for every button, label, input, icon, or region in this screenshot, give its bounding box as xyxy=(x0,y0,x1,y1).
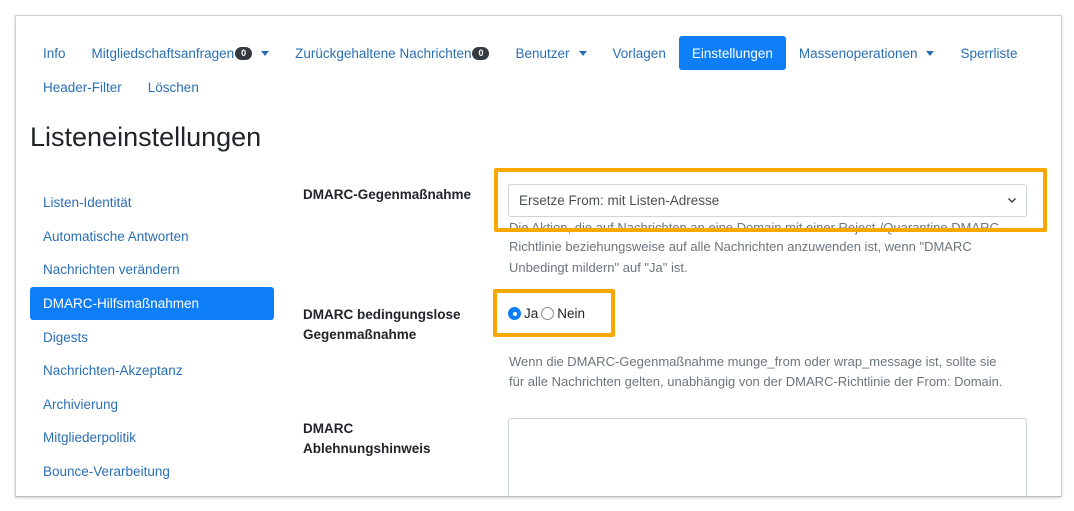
nav-users[interactable]: Benutzer xyxy=(502,36,599,70)
sidebar-item-list-identity[interactable]: Listen-Identität xyxy=(30,186,274,220)
nav-header-filter-label: Header-Filter xyxy=(43,79,122,95)
sidebar-item-archiving[interactable]: Archivierung xyxy=(30,388,274,422)
nav-banlist[interactable]: Sperrliste xyxy=(947,36,1030,70)
dmarc-unconditional-help-line2: für alle Nachrichten gelten, unabhängig … xyxy=(509,374,1003,389)
nav-templates-label: Vorlagen xyxy=(612,45,666,61)
chevron-down-icon xyxy=(926,50,935,56)
dmarc-notice-label-line1: DMARC xyxy=(303,421,354,436)
nav-membership-requests-label: Mitgliedschaftsanfragen xyxy=(91,45,235,61)
held-messages-count-badge: 0 xyxy=(472,46,490,60)
dmarc-action-label: DMARC-Gegenmaßnahme xyxy=(303,187,472,202)
sidebar-item-dmarc-mitigations[interactable]: DMARC-Hilfsmaßnahmen xyxy=(30,286,274,321)
nav-delete[interactable]: Löschen xyxy=(135,70,212,104)
dmarc-notice-textarea[interactable] xyxy=(508,418,1027,496)
settings-sidebar: Listen-Identität Automatische Antworten … xyxy=(30,186,274,488)
nav-info-label: Info xyxy=(43,45,66,61)
dmarc-unconditional-highlight xyxy=(493,289,615,337)
dmarc-unconditional-help-line1: Wenn die DMARC-Gegenmaßnahme munge_from … xyxy=(509,354,997,369)
nav-row-1: Info Mitgliedschaftsanfragen 0 Zurückgeha… xyxy=(30,36,1050,70)
nav-settings-label: Einstellungen xyxy=(691,45,773,61)
nav-templates[interactable]: Vorlagen xyxy=(600,36,679,70)
sidebar-item-member-policy[interactable]: Mitgliederpolitik xyxy=(30,421,274,455)
dmarc-action-highlight xyxy=(494,168,1047,232)
membership-requests-count-badge: 0 xyxy=(235,46,253,60)
nav-info[interactable]: Info xyxy=(30,36,79,70)
sidebar-item-automatic-responses[interactable]: Automatische Antworten xyxy=(30,220,274,254)
nav-banlist-label: Sperrliste xyxy=(960,45,1018,61)
nav-mass-operations[interactable]: Massenoperationen xyxy=(786,36,948,70)
sidebar-item-alter-messages[interactable]: Nachrichten verändern xyxy=(30,253,274,287)
chevron-down-icon xyxy=(578,50,587,56)
nav-users-label: Benutzer xyxy=(515,45,570,61)
chevron-down-icon xyxy=(261,50,270,56)
dmarc-action-help-line2: Richtlinie beziehungsweise auf alle Nach… xyxy=(509,239,972,254)
sidebar-item-digests[interactable]: Digests xyxy=(30,320,274,354)
nav-held-messages-label: Zurückgehaltene Nachrichten xyxy=(295,45,472,61)
nav-mass-operations-label: Massenoperationen xyxy=(798,45,918,61)
dmarc-unconditional-label-line1: DMARC bedingungslose xyxy=(303,307,461,322)
sidebar-item-message-acceptance[interactable]: Nachrichten-Akzeptanz xyxy=(30,354,274,388)
nav-row-2: Header-Filter Löschen xyxy=(30,70,1050,104)
dmarc-action-help-line3: Unbedingt mildern" auf "Ja" ist. xyxy=(509,260,688,275)
page-frame: Info Mitgliedschaftsanfragen 0 Zurückgeha… xyxy=(15,15,1062,497)
page-title: Listeneinstellungen xyxy=(30,122,262,152)
dmarc-notice-label-line2: Ablehnungshinweis xyxy=(303,441,431,456)
nav-settings[interactable]: Einstellungen xyxy=(678,36,786,70)
list-admin-nav: Info Mitgliedschaftsanfragen 0 Zurückgeha… xyxy=(30,36,1050,104)
nav-header-filter[interactable]: Header-Filter xyxy=(30,70,135,104)
dmarc-unconditional-label-line2: Gegenmaßnahme xyxy=(303,327,417,342)
nav-membership-requests[interactable]: Mitgliedschaftsanfragen 0 xyxy=(79,36,283,70)
sidebar-item-bounce-processing[interactable]: Bounce-Verarbeitung xyxy=(30,455,274,489)
nav-held-messages[interactable]: Zurückgehaltene Nachrichten 0 xyxy=(282,36,502,70)
nav-delete-label: Löschen xyxy=(147,79,199,95)
